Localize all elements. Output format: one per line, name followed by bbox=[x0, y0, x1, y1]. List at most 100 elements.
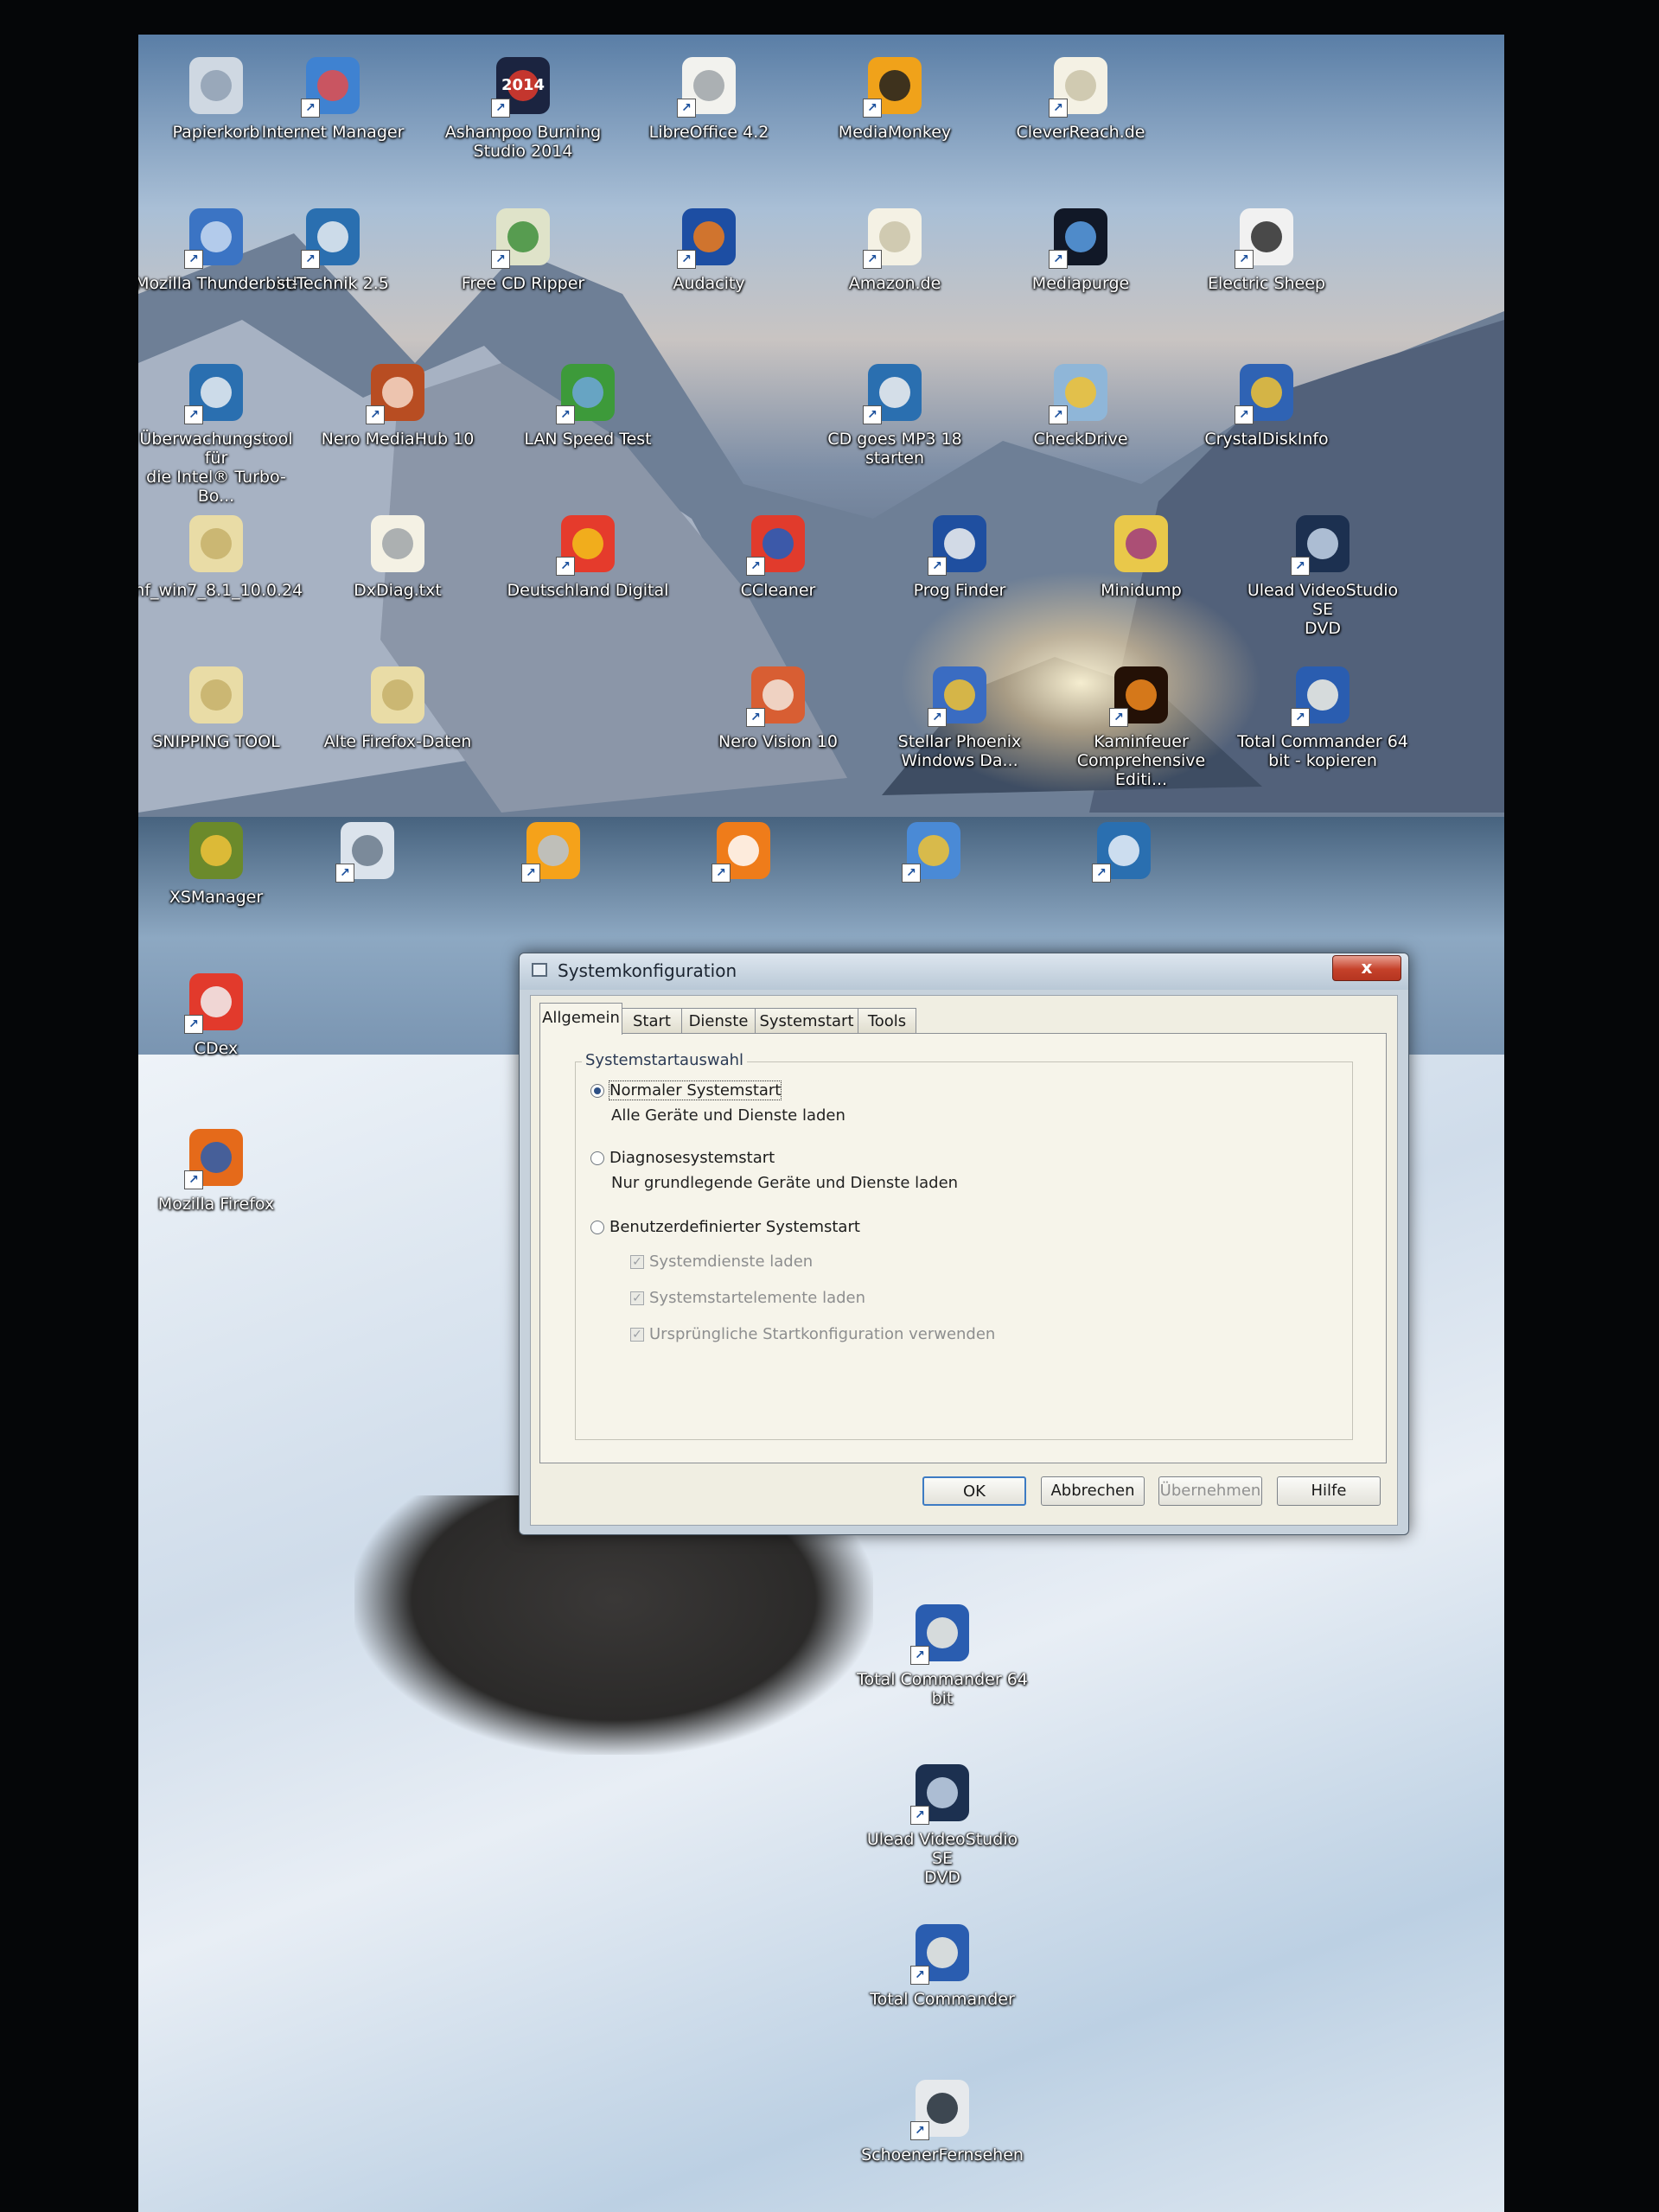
tab-start[interactable]: Start bbox=[622, 1008, 682, 1034]
tab-tools[interactable]: Tools bbox=[858, 1008, 916, 1034]
radio-button[interactable] bbox=[590, 1151, 604, 1165]
desktop-icon[interactable]: ↗ bbox=[657, 817, 830, 888]
desktop-icon-label: Minidump bbox=[1101, 581, 1182, 600]
desktop-icon[interactable]: ↗ CleverReach.de bbox=[994, 52, 1167, 142]
desktop-icon[interactable]: ↗ Audacity bbox=[622, 203, 795, 293]
shortcut-arrow-icon: ↗ bbox=[677, 250, 696, 269]
ok-button[interactable]: OK bbox=[922, 1476, 1026, 1506]
folder-icon bbox=[364, 661, 431, 729]
desktop-icon[interactable]: ↗ Mozilla Firefox bbox=[138, 1124, 303, 1214]
close-button[interactable]: x bbox=[1332, 955, 1401, 981]
desktop-icon[interactable]: ↗ LibreOffice 4.2 bbox=[622, 52, 795, 142]
group-label: Systemstartauswahl bbox=[582, 1051, 748, 1069]
help-button[interactable]: Hilfe bbox=[1277, 1476, 1381, 1506]
desktop-icon[interactable]: ↗ bbox=[467, 817, 640, 888]
desktop-icon[interactable]: ↗ MediaMonkey bbox=[808, 52, 981, 142]
desktop-icon-label: Mediapurge bbox=[1031, 274, 1130, 293]
checkbox[interactable]: ✓ bbox=[630, 1255, 644, 1269]
shortcut-arrow-icon: ↗ bbox=[1109, 708, 1128, 727]
shortcut-arrow-icon: ↗ bbox=[521, 864, 540, 883]
checkbox[interactable]: ✓ bbox=[630, 1328, 644, 1342]
desktop-icon[interactable]: ↗ Electric Sheep bbox=[1180, 203, 1353, 293]
radio-selective-startup[interactable]: Benutzerdefinierter Systemstart bbox=[590, 1217, 860, 1238]
desktop-icon-label: LAN Speed Test bbox=[524, 430, 652, 449]
desktop-icon[interactable]: ↗ Mediapurge bbox=[994, 203, 1167, 293]
shortcut-arrow-icon: ↗ bbox=[301, 250, 320, 269]
desktop-icon[interactable]: ↗ CCleaner bbox=[692, 510, 865, 600]
blank-file-icon: ↗ bbox=[861, 203, 928, 271]
desktop-icon[interactable]: Alte Firefox-Daten bbox=[311, 661, 484, 751]
shopping-cart-icon: ↗ bbox=[520, 817, 587, 884]
desktop-icon[interactable]: ↗ Nero MediaHub 10 bbox=[311, 359, 484, 449]
desktop-icon[interactable]: ↗ Internet Manager bbox=[246, 52, 419, 142]
desktop-icon[interactable]: ↗ Amazon.de bbox=[808, 203, 981, 293]
desktop-icon-label: LibreOffice 4.2 bbox=[648, 123, 769, 142]
desktop-icon-label: inf_win7_8.1_10.0.24 bbox=[138, 581, 303, 600]
desktop-icon[interactable]: ↗ Kaminfeuer Comprehensive Editi... bbox=[1055, 661, 1228, 789]
shortcut-arrow-icon: ↗ bbox=[184, 250, 203, 269]
cancel-button[interactable]: Abbrechen bbox=[1041, 1476, 1145, 1506]
tab-dienste[interactable]: Dienste bbox=[681, 1008, 756, 1034]
desktop-icon[interactable]: ↗ Nero Vision 10 bbox=[692, 661, 865, 751]
sim-card-icon bbox=[182, 817, 250, 884]
text-file-icon bbox=[364, 510, 431, 577]
desktop-icon[interactable]: ↗ CheckDrive bbox=[994, 359, 1167, 449]
desktop-icon[interactable]: ↗ Free CD Ripper bbox=[437, 203, 609, 293]
desktop-icon-label: Total Commander 64 bit - kopieren bbox=[1237, 732, 1408, 770]
thunderbird-icon: ↗ bbox=[182, 203, 250, 271]
shortcut-arrow-icon: ↗ bbox=[1291, 708, 1310, 727]
desktop-icon-label: Total Commander bbox=[870, 1990, 1015, 2009]
desktop-icon[interactable]: ↗ CDex bbox=[138, 968, 303, 1058]
desktop-icon[interactable]: inf_win7_8.1_10.0.24 bbox=[138, 510, 303, 600]
desktop-icon[interactable]: ↗ bbox=[847, 817, 1020, 888]
apply-button[interactable]: Übernehmen bbox=[1158, 1476, 1262, 1506]
desktop-icon[interactable]: ↗ Überwachungstool für die Intel® Turbo-B… bbox=[138, 359, 303, 506]
floppy-disk-icon: ↗ bbox=[1289, 661, 1356, 729]
dialog-title: Systemkonfiguration bbox=[558, 960, 737, 981]
shortcut-arrow-icon: ↗ bbox=[1291, 557, 1310, 576]
desktop-icon[interactable]: DxDiag.txt bbox=[311, 510, 484, 600]
desktop-icon[interactable]: ↗ Total Commander 64 bit bbox=[856, 1599, 1029, 1708]
desktop-icon[interactable]: XSManager bbox=[138, 817, 303, 907]
shortcut-arrow-icon: ↗ bbox=[301, 99, 320, 118]
desktop-icon[interactable]: ↗ Total Commander 64 bit - kopieren bbox=[1236, 661, 1409, 770]
tab-allgemein[interactable]: Allgemein bbox=[539, 1003, 622, 1035]
ki-icon: ↗ bbox=[710, 817, 777, 884]
desktop-icon[interactable]: ↗ SchoenerFernsehen bbox=[856, 2075, 1029, 2164]
desktop-icon-label: CD goes MP3 18 starten bbox=[827, 430, 962, 468]
dialog-client-area: Allgemein Start Dienste Systemstart Tool… bbox=[530, 995, 1398, 1526]
tab-systemstart[interactable]: Systemstart bbox=[755, 1008, 858, 1034]
radio-button-selected[interactable] bbox=[590, 1084, 604, 1098]
shortcut-arrow-icon: ↗ bbox=[184, 1170, 203, 1189]
checkbox-use-original-boot-config[interactable]: ✓ Ursprüngliche Startkonfiguration verwen… bbox=[630, 1324, 995, 1345]
desktop-icon[interactable]: Minidump bbox=[1055, 510, 1228, 600]
radio-description: Nur grundlegende Geräte und Dienste lade… bbox=[611, 1174, 959, 1192]
desktop-icon[interactable]: SNIPPING TOOL bbox=[138, 661, 303, 751]
checkbox[interactable]: ✓ bbox=[630, 1291, 644, 1305]
checkbox-load-system-services[interactable]: ✓ Systemdienste laden bbox=[630, 1252, 813, 1272]
desktop-icon[interactable]: ↗ Stellar Phoenix Windows Da... bbox=[873, 661, 1046, 770]
desktop-icon[interactable]: ↗ bbox=[281, 817, 454, 888]
desktop-icon[interactable]: ↗ st-Technik 2.5 bbox=[246, 203, 419, 293]
checkbox-load-startup-items[interactable]: ✓ Systemstartelemente laden bbox=[630, 1288, 865, 1309]
monitor-icon: ↗ bbox=[299, 203, 367, 271]
shortcut-arrow-icon: ↗ bbox=[491, 99, 510, 118]
desktop-icon[interactable]: ↗ CD goes MP3 18 starten bbox=[808, 359, 981, 468]
desktop-icon[interactable]: ↗ Deutschland Digital bbox=[501, 510, 674, 600]
desktop-icon[interactable]: ↗ bbox=[1037, 817, 1210, 888]
desktop-icon[interactable]: ↗ CrystalDiskInfo bbox=[1180, 359, 1353, 449]
desktop-icon[interactable]: ↗ Ulead VideoStudio SE DVD bbox=[1236, 510, 1409, 638]
desktop-icon[interactable]: ↗ Total Commander bbox=[856, 1919, 1029, 2009]
desktop-icon-label: Deutschland Digital bbox=[507, 581, 669, 600]
floppy-disk-icon: ↗ bbox=[909, 1599, 976, 1667]
dialog-titlebar[interactable]: Systemkonfiguration x bbox=[520, 953, 1408, 990]
radio-normal-startup[interactable]: Normaler Systemstart bbox=[590, 1081, 782, 1101]
desktop-icon[interactable]: ↗ Prog Finder bbox=[873, 510, 1046, 600]
folder-icon bbox=[182, 661, 250, 729]
desktop-icon[interactable]: 2014 ↗ Ashampoo Burning Studio 2014 bbox=[437, 52, 609, 161]
radio-button[interactable] bbox=[590, 1221, 604, 1234]
desktop-icon[interactable]: ↗ Ulead VideoStudio SE DVD bbox=[856, 1759, 1029, 1887]
desktop-icon[interactable]: ↗ LAN Speed Test bbox=[501, 359, 674, 449]
radio-diagnostic-startup[interactable]: Diagnosesystemstart bbox=[590, 1148, 775, 1169]
disk-shield-icon: ↗ bbox=[1233, 359, 1300, 426]
